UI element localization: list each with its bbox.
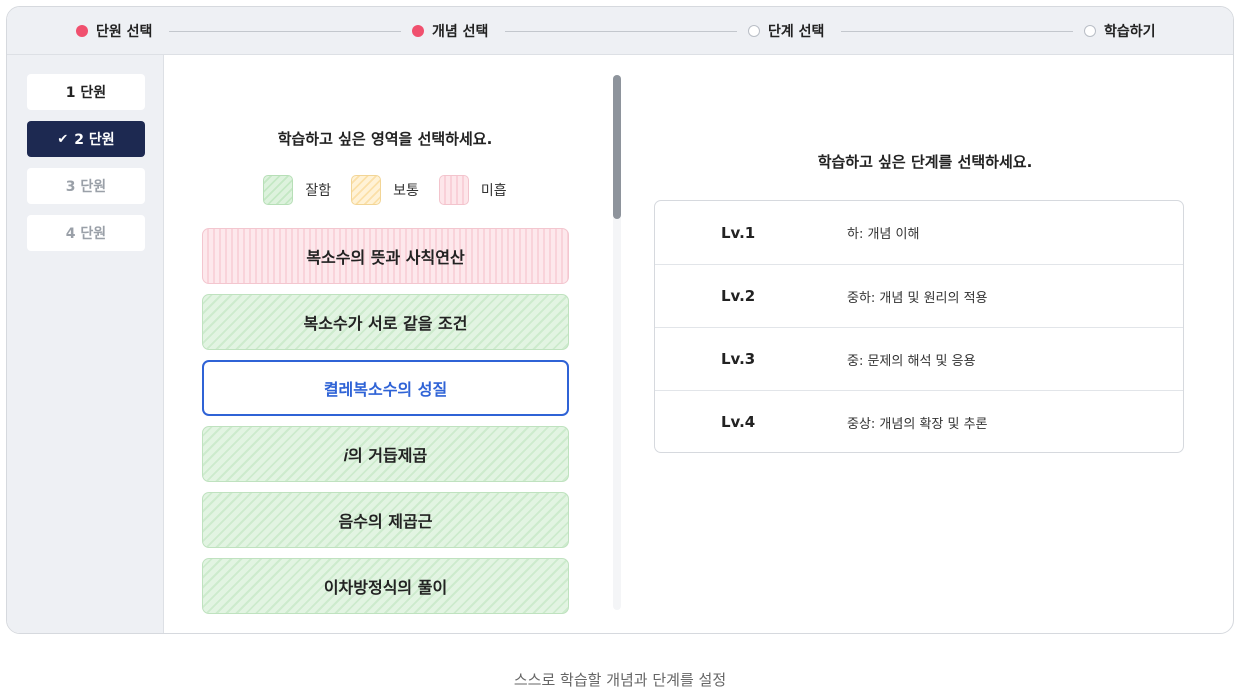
- level-row-1[interactable]: Lv.1 하: 개념 이해: [655, 201, 1183, 264]
- unit-label: 3 단원: [65, 179, 107, 195]
- topic-card[interactable]: 𝑖의 거듭제곱: [202, 426, 569, 482]
- step-dot-icon: [412, 25, 424, 37]
- unit-button-3[interactable]: 3 단원: [27, 168, 145, 204]
- topic-card[interactable]: 이차방정식의 풀이: [202, 558, 569, 614]
- level-row-2[interactable]: Lv.2 중하: 개념 및 원리의 적용: [655, 264, 1183, 327]
- concept-panel: 학습하고 싶은 영역을 선택하세요. 잘함 보통 미흡 복소수의 뜻과 사칙연산…: [165, 55, 625, 633]
- topic-label: 켤레복소수의 성질: [323, 380, 448, 399]
- topic-label: 이차방정식의 풀이: [323, 578, 448, 597]
- topic-label: 𝑖의 거듭제곱: [343, 446, 428, 465]
- topic-label: 복소수가 서로 같을 조건: [303, 314, 468, 333]
- proficiency-legend: 잘함 보통 미흡: [165, 175, 605, 205]
- level-panel-title: 학습하고 싶은 단계를 선택하세요.: [817, 153, 1033, 171]
- topic-label: 음수의 제곱근: [338, 512, 433, 531]
- figure-caption: 스스로 학습할 개념과 단계를 설정: [513, 671, 727, 689]
- check-icon: ✔: [57, 131, 69, 147]
- scrollbar-thumb[interactable]: [613, 75, 621, 219]
- step-level-select: 단계 선택: [748, 7, 824, 55]
- legend-label: 미흡: [480, 183, 507, 199]
- legend-item-good: 잘함: [263, 175, 331, 205]
- level-description: 중상: 개념의 확장 및 추론: [847, 416, 988, 432]
- level-description: 하: 개념 이해: [847, 227, 920, 242]
- level-code: Lv.1: [721, 223, 756, 242]
- step-connector: [169, 31, 401, 32]
- level-description: 중하: 개념 및 원리의 적용: [847, 290, 988, 306]
- step-label: 단원 선택: [96, 24, 153, 40]
- level-description: 중: 문제의 해석 및 응용: [847, 353, 976, 369]
- level-code: Lv.2: [721, 287, 756, 305]
- unit-sidebar: 1 단원 ✔ 2 단원 3 단원 4 단원: [7, 55, 164, 633]
- step-label: 단계 선택: [768, 24, 825, 40]
- legend-item-poor: 미흡: [438, 175, 507, 205]
- step-connector: [505, 31, 737, 32]
- step-concept-select: 개념 선택: [412, 7, 488, 55]
- unit-button-1[interactable]: 1 단원: [27, 74, 145, 110]
- level-list: Lv.1 하: 개념 이해 Lv.2 중하: 개념 및 원리의 적용 Lv.3 …: [654, 200, 1184, 453]
- step-dot-icon: [76, 25, 88, 37]
- unit-label: 1 단원: [65, 85, 107, 101]
- topic-label: 복소수의 뜻과 사칙연산: [306, 248, 465, 267]
- step-unit-select: 단원 선택: [76, 7, 152, 55]
- concept-panel-title: 학습하고 싶은 영역을 선택하세요.: [277, 130, 493, 148]
- level-row-4[interactable]: Lv.4 중상: 개념의 확장 및 추론: [655, 390, 1183, 452]
- step-connector: [841, 31, 1073, 32]
- level-code: Lv.4: [721, 413, 756, 431]
- legend-swatch-normal: [351, 175, 382, 205]
- unit-label: 2 단원: [74, 132, 115, 148]
- progress-stepper: 단원 선택 개념 선택 단계 선택 학습하기: [7, 7, 1233, 55]
- unit-label: 4 단원: [65, 226, 107, 242]
- step-dot-icon: [748, 25, 760, 37]
- app-frame: 단원 선택 개념 선택 단계 선택 학습하기 1 단원 ✔ 2 단원 3 단원: [6, 6, 1234, 634]
- topic-card[interactable]: 복소수가 서로 같을 조건: [202, 294, 569, 350]
- legend-item-normal: 보통: [351, 175, 419, 205]
- concept-scrollbar[interactable]: [613, 75, 621, 610]
- topic-card[interactable]: 음수의 제곱근: [202, 492, 569, 548]
- level-row-3[interactable]: Lv.3 중: 문제의 해석 및 응용: [655, 327, 1183, 390]
- level-code: Lv.3: [721, 350, 756, 368]
- legend-swatch-poor: [438, 175, 469, 205]
- step-dot-icon: [1084, 25, 1096, 37]
- legend-swatch-good: [263, 175, 294, 205]
- topic-card[interactable]: 복소수의 뜻과 사칙연산: [202, 228, 569, 284]
- step-label: 학습하기: [1104, 24, 1156, 40]
- step-label: 개념 선택: [432, 24, 489, 40]
- unit-button-2[interactable]: ✔ 2 단원: [27, 121, 145, 157]
- step-study: 학습하기: [1084, 7, 1156, 55]
- legend-label: 보통: [393, 183, 419, 199]
- legend-label: 잘함: [305, 183, 332, 199]
- unit-button-4[interactable]: 4 단원: [27, 215, 145, 251]
- level-panel: 학습하고 싶은 단계를 선택하세요. Lv.1 하: 개념 이해 Lv.2 중하…: [625, 55, 1233, 633]
- topic-card-selected[interactable]: 켤레복소수의 성질: [202, 360, 569, 416]
